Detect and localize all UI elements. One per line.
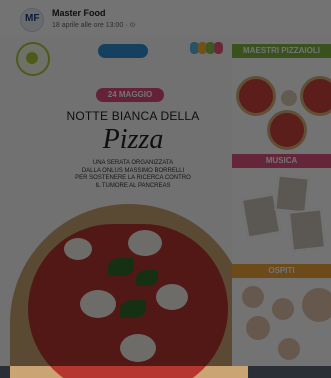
musician-photo: [274, 174, 310, 214]
event-date-badge: 24 MAGGIO: [96, 88, 164, 102]
page-avatar[interactable]: MF: [20, 8, 44, 32]
event-title-line2: Pizza: [102, 124, 164, 155]
page-avatar-icon: MF: [25, 13, 40, 24]
pizzaiolo-photo: [279, 88, 299, 108]
post-header: MF Master Food 18 aprile alle ore 13:00 …: [0, 0, 331, 36]
section-maestri-pizzaioli: MAESTRI PIZZAIOLI: [232, 44, 331, 58]
guest-photo: [270, 296, 296, 322]
sponsor-logo-center: [98, 44, 148, 58]
post-timestamp[interactable]: 18 aprile alle ore 13:00 · ⊙: [52, 21, 135, 29]
description-line: DALLA ONLUS MASSIMO BORRELLI: [81, 167, 185, 174]
page-name[interactable]: Master Food: [52, 8, 106, 18]
sponsor-logo-left: [16, 42, 50, 76]
musician-photo: [288, 208, 326, 252]
description-line: UNA SERATA ORGANIZZATA: [92, 160, 174, 166]
event-title-line1: NOTTE BIANCA DELLA: [66, 109, 200, 123]
section-ospiti: OSPITI: [232, 264, 331, 278]
description-line: IL TUMORE AL PANCREAS: [95, 182, 171, 189]
guest-photo: [244, 314, 272, 342]
description-line: PER SOSTENERE LA RICERCA CONTRO: [75, 175, 191, 181]
pizzaiolo-photo: [236, 76, 276, 116]
event-description: UNA SERATA ORGANIZZATA DALLA ONLUS MASSI…: [58, 160, 208, 190]
facebook-post: MF Master Food 18 aprile alle ore 13:00 …: [0, 0, 331, 378]
guest-photo: [300, 286, 331, 324]
section-musica: MUSICA: [232, 154, 331, 168]
guest-photo: [240, 284, 266, 310]
guest-photo: [276, 336, 302, 362]
pizzaiolo-photo: [267, 110, 307, 150]
sponsor-logo-right: [190, 42, 224, 64]
